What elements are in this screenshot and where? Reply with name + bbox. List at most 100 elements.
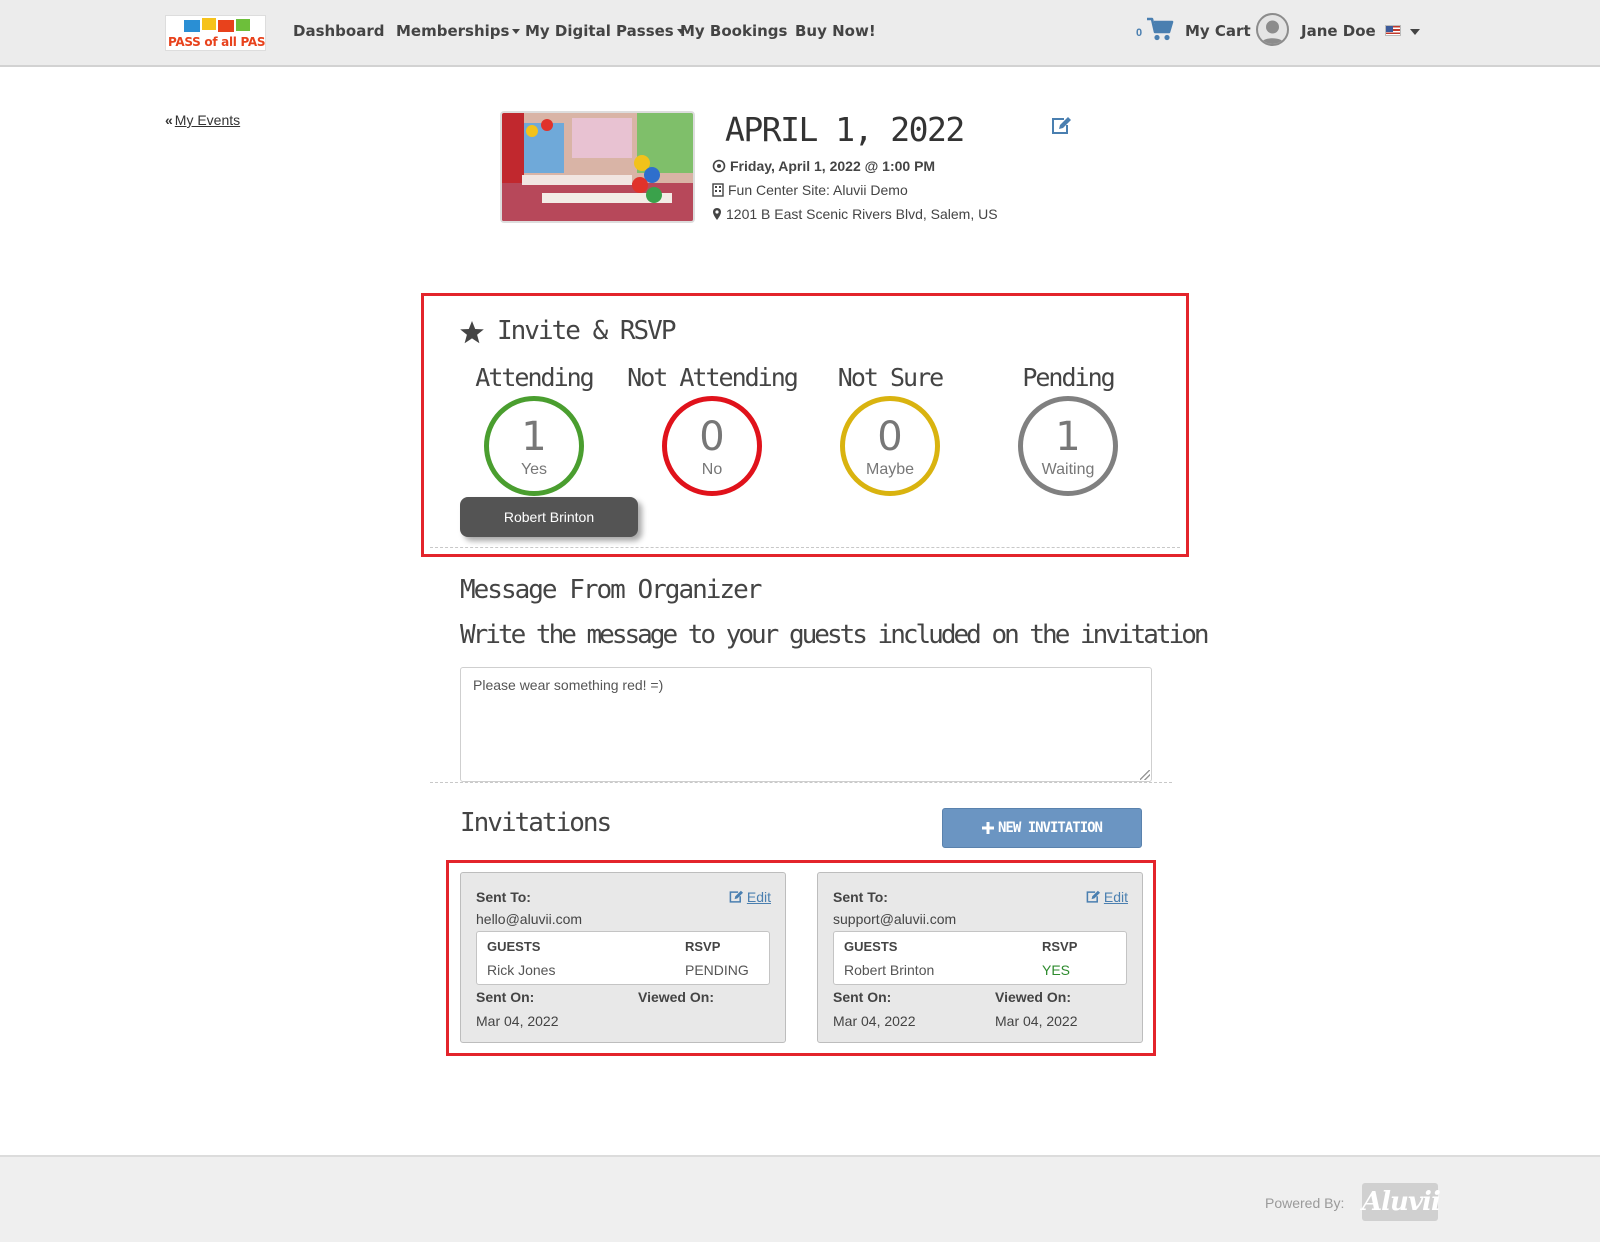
sent-to-label: Sent To:: [833, 889, 888, 905]
edit-label: Edit: [746, 889, 771, 905]
us-flag-icon[interactable]: [1385, 25, 1401, 36]
invitation-card: Sent To: Edit support@aluvii.com GUESTS …: [817, 872, 1143, 1043]
event-title: APRIL 1, 2022: [725, 110, 965, 149]
caret-down-icon: [512, 29, 521, 34]
nav-label: My Bookings: [680, 22, 788, 40]
guest-rsvp-status: YES: [1042, 962, 1071, 978]
stat-count: 1: [521, 414, 547, 460]
section-divider: [430, 547, 1180, 548]
back-link-label: My Events: [174, 112, 241, 128]
message-prompt: Write the message to your guests include…: [460, 620, 1210, 650]
stat-sub-label: No: [701, 461, 723, 478]
viewed-on-value: Mar 04, 2022: [995, 1013, 1078, 1029]
stat-count: 1: [1055, 414, 1081, 460]
stat-label-not-attending: Not Attending: [627, 363, 799, 392]
nav-my-bookings[interactable]: My Bookings: [680, 22, 787, 40]
message-section-title: Message From Organizer: [460, 575, 762, 605]
nav-dashboard[interactable]: Dashboard: [293, 22, 384, 40]
stat-sub-label: Waiting: [1041, 461, 1095, 478]
page-footer: Powered By: Aluvii: [0, 1155, 1600, 1242]
cart-icon[interactable]: [1146, 16, 1174, 42]
building-icon: [712, 183, 724, 197]
organizer-message-textarea[interactable]: Please wear something red! =): [460, 667, 1152, 782]
nav-label: Dashboard: [293, 22, 385, 40]
person-silhouette-icon: [1260, 20, 1285, 44]
edit-label: Edit: [1103, 889, 1128, 905]
event-datetime-text: Friday, April 1, 2022 @ 1:00 PM: [730, 158, 936, 174]
aluvii-logo[interactable]: Aluvii: [1362, 1183, 1441, 1221]
rsvp-header: RSVP: [1042, 939, 1078, 954]
stat-ring-pending[interactable]: 1 Waiting: [1018, 396, 1118, 496]
powered-by-label: Powered By:: [1265, 1195, 1345, 1211]
nav-my-digital-passes[interactable]: My Digital Passes: [525, 22, 685, 40]
cart-count-badge: 0: [1136, 27, 1143, 39]
sent-to-label: Sent To:: [476, 889, 531, 905]
logo-tile: [218, 20, 234, 32]
event-site: Fun Center Site: Aluvii Demo: [712, 182, 908, 198]
guest-name: Robert Brinton: [844, 962, 935, 978]
brand-logo[interactable]: PASS of all PASSES!: [165, 15, 266, 51]
edit-event-icon[interactable]: [1050, 116, 1072, 136]
stat-label-pending: Pending: [1022, 363, 1115, 392]
logo-tile: [202, 18, 216, 30]
stat-ring-not-attending[interactable]: 0 No: [662, 396, 762, 496]
guest-table: GUESTS RSVP Robert Brinton YES: [833, 931, 1127, 985]
sent-on-label: Sent On:: [833, 989, 892, 1005]
top-navigation-bar: PASS of all PASSES! Dashboard Membership…: [0, 0, 1600, 67]
event-photo: [500, 111, 695, 223]
event-address-text: 1201 B East Scenic Rivers Blvd, Salem, U…: [726, 206, 998, 222]
nav-label: My Digital Passes: [525, 22, 674, 40]
invitation-email: support@aluvii.com: [833, 911, 957, 927]
user-name[interactable]: Jane Doe: [1301, 22, 1376, 40]
invitation-card: Sent To: Edit hello@aluvii.com GUESTS RS…: [460, 872, 786, 1043]
stat-label-attending: Attending: [475, 363, 594, 392]
event-datetime: Friday, April 1, 2022 @ 1:00 PM: [712, 158, 935, 174]
sent-on-value: Mar 04, 2022: [476, 1013, 559, 1029]
clock-icon: [712, 159, 726, 173]
stat-count: 0: [877, 414, 903, 460]
nav-memberships[interactable]: Memberships: [396, 22, 521, 40]
stat-ring-attending[interactable]: 1 Yes: [484, 396, 584, 496]
section-divider: [430, 782, 1172, 783]
sent-on-label: Sent On:: [476, 989, 535, 1005]
star-icon: [460, 321, 484, 344]
guest-table: GUESTS RSVP Rick Jones PENDING: [476, 931, 770, 985]
invitation-email: hello@aluvii.com: [476, 911, 583, 927]
invitations-section-title: Invitations: [460, 808, 612, 838]
logo-text: PASS of all PASSES!: [168, 35, 265, 49]
attendee-tooltip-chip: Robert Brinton: [460, 497, 638, 537]
nav-my-cart[interactable]: My Cart: [1185, 22, 1251, 40]
party-room-image: [502, 113, 693, 221]
event-address: 1201 B East Scenic Rivers Blvd, Salem, U…: [712, 206, 998, 222]
event-site-text: Fun Center Site: Aluvii Demo: [728, 182, 908, 198]
resize-handle-icon[interactable]: [1140, 770, 1150, 780]
guest-name: Rick Jones: [487, 962, 556, 978]
stat-count: 0: [699, 414, 725, 460]
new-invitation-label: NEW INVITATION: [997, 820, 1103, 836]
stat-ring-not-sure[interactable]: 0 Maybe: [840, 396, 940, 496]
edit-invitation-link[interactable]: Edit: [1085, 889, 1128, 905]
user-avatar-icon[interactable]: [1256, 13, 1289, 46]
viewed-on-label: Viewed On:: [638, 989, 714, 1005]
language-caret-down-icon[interactable]: [1410, 29, 1420, 35]
stat-label-not-sure: Not Sure: [837, 363, 944, 392]
stat-sub-label: Maybe: [865, 461, 915, 478]
plus-icon: [981, 822, 994, 834]
back-to-my-events-link[interactable]: «My Events: [165, 112, 240, 128]
guests-header: GUESTS: [844, 939, 898, 954]
map-marker-icon: [713, 208, 721, 220]
viewed-on-label: Viewed On:: [995, 989, 1071, 1005]
logo-tile: [236, 19, 250, 31]
sent-on-value: Mar 04, 2022: [833, 1013, 916, 1029]
logo-tile: [184, 20, 200, 32]
stat-sub-label: Yes: [520, 461, 548, 478]
guest-rsvp-status: PENDING: [685, 962, 749, 978]
edit-icon: [1086, 890, 1100, 903]
edit-icon: [729, 890, 743, 903]
nav-buy-now[interactable]: Buy Now!: [795, 22, 876, 40]
edit-invitation-link[interactable]: Edit: [728, 889, 771, 905]
rsvp-section-title: Invite & RSVP: [497, 316, 676, 346]
guests-header: GUESTS: [487, 939, 541, 954]
new-invitation-button[interactable]: NEW INVITATION: [942, 808, 1142, 848]
rsvp-header: RSVP: [685, 939, 721, 954]
